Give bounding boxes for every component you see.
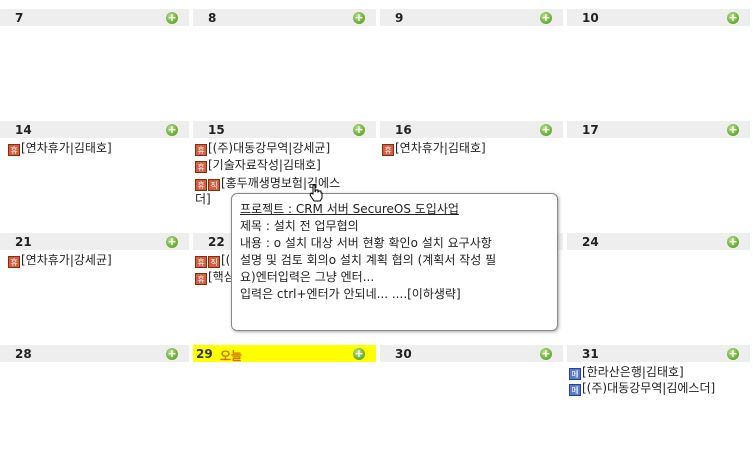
event-text: [( (221, 253, 231, 267)
day-number: 7 (15, 11, 24, 25)
memo-icon: 메 (569, 368, 581, 380)
day-header: 28 + (0, 345, 189, 362)
event-text: [연차휴가|김태호] (21, 141, 112, 155)
day-header: 10 + (567, 9, 750, 26)
event-tooltip: 프로젝트 : CRM 서버 SecureOS 도입사업 제목 : 설치 전 업무… (231, 193, 558, 331)
event-item[interactable]: 휴 [기술자료작성|김태호] (195, 157, 321, 173)
event-item[interactable]: 휴 [연차휴가|강세균] (8, 252, 112, 268)
add-event-icon[interactable]: + (353, 12, 365, 24)
day-header: 8 + (193, 9, 376, 26)
day-header: 15 + (193, 121, 376, 138)
today-label: 오늘 (220, 349, 243, 363)
tooltip-content-line: 요)엔터입력은 그냥 엔터... (240, 270, 375, 284)
day-number: 15 (208, 123, 225, 137)
event-item[interactable]: 메 [한라산은행|김태호] (569, 364, 684, 380)
today-header: 29 오늘 + (193, 345, 376, 363)
event-item[interactable]: 휴 [(주)대동강무역|강세균] (195, 140, 330, 156)
event-item[interactable]: 메 [(주)대동강무역|김에스더] (569, 380, 715, 396)
tooltip-content-line: 내용 : o 설치 대상 서버 현황 확인o 설치 요구사항 (240, 236, 492, 250)
day-number: 8 (208, 11, 217, 25)
add-event-icon[interactable]: + (166, 12, 178, 24)
day-number: 10 (582, 11, 599, 25)
add-event-icon[interactable]: + (540, 124, 552, 136)
day-number: 24 (582, 235, 599, 249)
vacation-icon: 휴 (195, 179, 207, 191)
day-header: 21 + (0, 233, 189, 250)
event-text: [연차휴가|김태호] (395, 141, 486, 155)
tooltip-project: 프로젝트 : CRM 서버 SecureOS 도입사업 (240, 202, 459, 216)
event-text: [연차휴가|강세균] (21, 253, 112, 267)
event-item[interactable]: 휴 [핵심 (195, 269, 235, 285)
day-number: 31 (582, 347, 599, 361)
day-header: 9 + (380, 9, 563, 26)
add-event-icon[interactable]: + (540, 12, 552, 24)
day-header: 17 + (567, 121, 750, 138)
hand-cursor-icon (309, 184, 323, 202)
day-header: 16 + (380, 121, 563, 138)
tooltip-content-line: 설명 및 검토 회의o 설치 계획 협의 (계획서 작성 필 (240, 253, 497, 267)
day-header: 14 + (0, 121, 189, 138)
add-event-icon[interactable]: + (353, 348, 365, 360)
tooltip-title: 제목 : 설치 전 업무협의 (240, 219, 359, 233)
day-header: 31 + (567, 345, 750, 362)
vacation-icon: 휴 (195, 273, 207, 285)
day-number: 29 (196, 347, 213, 361)
day-header: 30 + (380, 345, 563, 362)
memo-icon: 메 (569, 384, 581, 396)
add-event-icon[interactable]: + (727, 236, 739, 248)
event-text-continued[interactable]: 더] (195, 191, 211, 207)
day-header: 24 + (567, 233, 750, 250)
vacation-icon: 휴 (195, 144, 207, 156)
vacation-icon: 휴 (382, 144, 394, 156)
day-number: 16 (395, 123, 412, 137)
day-number: 30 (395, 347, 412, 361)
add-event-icon[interactable]: + (727, 348, 739, 360)
day-header: 7 + (0, 9, 189, 26)
add-event-icon[interactable]: + (540, 348, 552, 360)
add-event-icon[interactable]: + (166, 124, 178, 136)
day-number: 22 (208, 235, 225, 249)
add-event-icon[interactable]: + (353, 124, 365, 136)
event-item[interactable]: 휴 [연차휴가|김태호] (382, 140, 486, 156)
add-event-icon[interactable]: + (727, 124, 739, 136)
add-event-icon[interactable]: + (166, 236, 178, 248)
tooltip-content-line: 입력은 ctrl+엔터가 안되네... ....[이하생략] (240, 287, 461, 301)
event-text: [(주)대동강무역|강세균] (208, 141, 331, 155)
vacation-icon: 휴 (195, 256, 207, 268)
vacation-icon: 휴 (8, 256, 20, 268)
vacation-icon: 휴 (8, 144, 20, 156)
day-number: 21 (15, 235, 32, 249)
event-item[interactable]: 휴 [연차휴가|김태호] (8, 140, 112, 156)
add-event-icon[interactable]: + (166, 348, 178, 360)
work-icon: 직 (208, 256, 220, 268)
event-text: [(주)대동강무역|김에스더] (582, 381, 716, 395)
event-text: [한라산은행|김태호] (582, 365, 684, 379)
day-number: 17 (582, 123, 599, 137)
work-icon: 직 (208, 179, 220, 191)
day-number: 28 (15, 347, 32, 361)
day-number: 14 (15, 123, 32, 137)
day-number: 9 (395, 11, 404, 25)
add-event-icon[interactable]: + (727, 12, 739, 24)
event-text: [기술자료작성|김태호] (208, 158, 321, 172)
vacation-icon: 휴 (195, 161, 207, 173)
event-item[interactable]: 휴 직[( (195, 252, 230, 268)
